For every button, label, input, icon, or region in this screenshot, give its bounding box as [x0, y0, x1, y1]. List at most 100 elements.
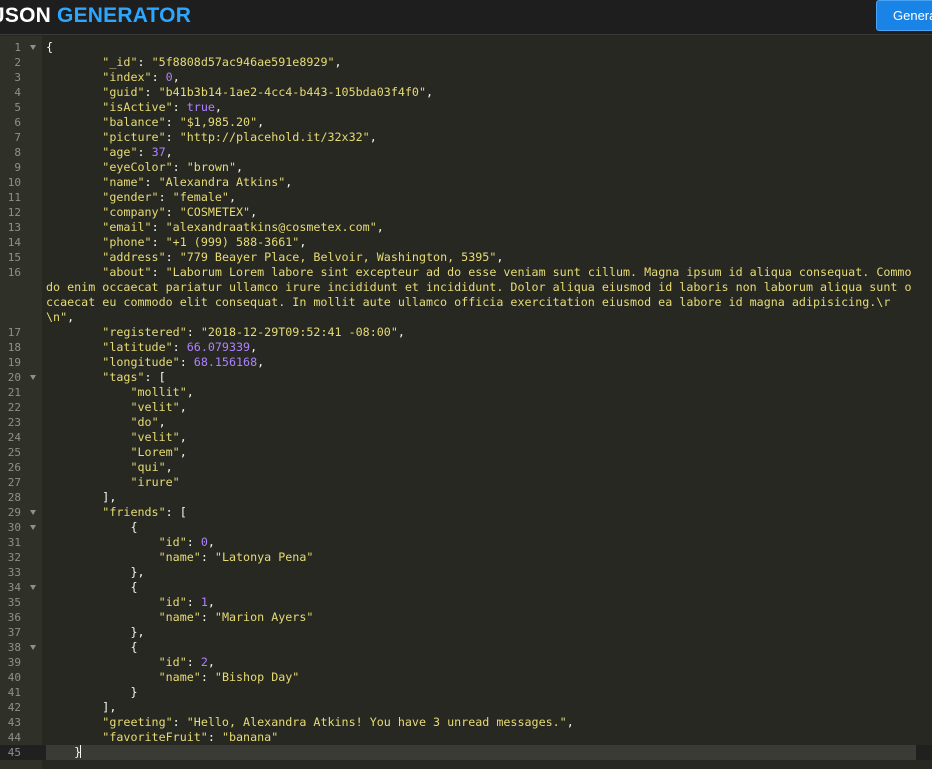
line-number: 12 [7, 206, 21, 219]
code-line[interactable]: 21 "mollit", [0, 385, 932, 400]
code-line[interactable]: 37 }, [0, 625, 932, 640]
fold-arrow-icon[interactable] [30, 525, 36, 530]
code-token: , [250, 205, 258, 219]
code-line[interactable]: 23 "do", [0, 415, 932, 430]
code-line[interactable]: 19 "longitude": 68.156168, [0, 355, 932, 370]
code-line[interactable]: 27 "irure" [0, 475, 932, 490]
code-line[interactable]: 3 "index": 0, [0, 70, 932, 85]
line-number: 22 [7, 401, 21, 414]
code-token: , [397, 325, 405, 339]
code-token: "longitude" [102, 355, 180, 369]
logo-json: JSON [0, 4, 51, 27]
line-number: 1 [14, 41, 21, 54]
code-line[interactable]: 31 "id": 0, [0, 535, 932, 550]
fold-arrow-icon[interactable] [30, 375, 36, 380]
code-token: "friends" [102, 505, 166, 519]
fold-arrow-icon[interactable] [30, 645, 36, 650]
json-editor[interactable]: 1{2 "_id": "5f8808d57ac946ae591e8929", 3 … [0, 36, 932, 769]
code-line[interactable]: 30 { [0, 520, 932, 535]
code-line[interactable]: 22 "velit", [0, 400, 932, 415]
code-line[interactable]: 1{ [0, 40, 932, 55]
code-content: { [46, 580, 916, 595]
code-token: , [257, 355, 265, 369]
code-token: "latitude" [102, 340, 173, 354]
code-line[interactable]: 11 "gender": "female", [0, 190, 932, 205]
code-line[interactable]: 40 "name": "Bishop Day" [0, 670, 932, 685]
code-token: "irure" [130, 475, 180, 489]
code-line[interactable]: 5 "isActive": true, [0, 100, 932, 115]
code-token: : [200, 550, 215, 564]
code-line[interactable]: 43 "greeting": "Hello, Alexandra Atkins!… [0, 715, 932, 730]
code-token: "Alexandra Atkins" [158, 175, 286, 189]
code-line[interactable]: 24 "velit", [0, 430, 932, 445]
code-line[interactable]: 8 "age": 37, [0, 145, 932, 160]
code-content: { [46, 640, 916, 655]
code-token: : [186, 535, 201, 549]
code-line[interactable]: 29 "friends": [ [0, 505, 932, 520]
code-line[interactable]: 15 "address": "779 Beayer Place, Belvoir… [0, 250, 932, 265]
code-line[interactable]: 9 "eyeColor": "brown", [0, 160, 932, 175]
code-line[interactable]: 32 "name": "Latonya Pena" [0, 550, 932, 565]
code-line[interactable]: 39 "id": 2, [0, 655, 932, 670]
code-token: , [250, 340, 258, 354]
code-line[interactable]: 42 ], [0, 700, 932, 715]
code-line[interactable]: 7 "picture": "http://placehold.it/32x32"… [0, 130, 932, 145]
code-line[interactable]: 10 "name": "Alexandra Atkins", [0, 175, 932, 190]
code-line[interactable]: 4 "guid": "b41b3b14-1ae2-4cc4-b443-105bd… [0, 85, 932, 100]
code-line[interactable]: 38 { [0, 640, 932, 655]
code-token: "b41b3b14-1ae2-4cc4-b443-105bda03f4f0" [158, 85, 426, 99]
code-line[interactable]: 16 "about": "Laborum Lorem labore sint e… [0, 265, 932, 325]
code-token: "$1,985.20" [179, 115, 258, 129]
code-line[interactable]: 34 { [0, 580, 932, 595]
code-token: : [151, 235, 166, 249]
fold-arrow-icon[interactable] [30, 510, 36, 515]
code-line[interactable]: 18 "latitude": 66.079339, [0, 340, 932, 355]
code-line[interactable]: 25 "Lorem", [0, 445, 932, 460]
code-line[interactable]: 35 "id": 1, [0, 595, 932, 610]
code-token: : [172, 160, 187, 174]
code-line[interactable]: 14 "phone": "+1 (999) 588-3661", [0, 235, 932, 250]
code-line[interactable]: 41 } [0, 685, 932, 700]
code-line[interactable]: 2 "_id": "5f8808d57ac946ae591e8929", [0, 55, 932, 70]
code-token: : [207, 730, 222, 744]
code-line[interactable]: 13 "email": "alexandraatkins@cosmetex.co… [0, 220, 932, 235]
code-token: : [165, 250, 180, 264]
code-token: "Latonya Pena" [214, 550, 314, 564]
code-token: "address" [102, 250, 166, 264]
code-line[interactable]: 33 }, [0, 565, 932, 580]
code-token: }, [46, 625, 145, 639]
generate-button[interactable]: Genera [876, 0, 932, 31]
code-line[interactable]: 44 "favoriteFruit": "banana" [0, 730, 932, 745]
code-line[interactable]: 45 } [0, 745, 932, 760]
code-token: "COSMETEX" [179, 205, 251, 219]
code-line[interactable]: 28 ], [0, 490, 932, 505]
code-lines: 1{2 "_id": "5f8808d57ac946ae591e8929", 3 … [0, 40, 932, 760]
fold-arrow-icon[interactable] [30, 585, 36, 590]
code-line[interactable]: 20 "tags": [ [0, 370, 932, 385]
code-line[interactable]: 36 "name": "Marion Ayers" [0, 610, 932, 625]
code-token: "alexandraatkins@cosmetex.com" [165, 220, 377, 234]
code-line[interactable]: 17 "registered": "2018-12-29T09:52:41 -0… [0, 325, 932, 340]
code-token: , [285, 175, 293, 189]
code-line[interactable]: 6 "balance": "$1,985.20", [0, 115, 932, 130]
line-number: 33 [7, 566, 21, 579]
code-content: ], [46, 700, 916, 715]
code-token: 37 [151, 145, 166, 159]
code-line[interactable]: 12 "company": "COSMETEX", [0, 205, 932, 220]
code-token: "registered" [102, 325, 187, 339]
code-token: "5f8808d57ac946ae591e8929" [151, 55, 335, 69]
fold-arrow-icon[interactable] [30, 45, 36, 50]
code-token: { [46, 40, 54, 54]
code-content: "velit", [46, 400, 916, 415]
code-token: : [186, 595, 201, 609]
code-token: "about" [102, 265, 152, 279]
code-line[interactable]: 26 "qui", [0, 460, 932, 475]
